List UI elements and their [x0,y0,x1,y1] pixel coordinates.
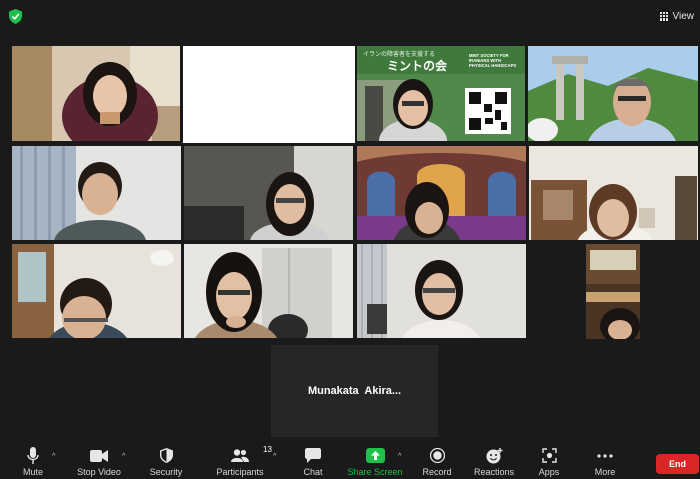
grid-view-icon [659,11,669,21]
participant-video [357,146,526,240]
security-label: Security [149,467,183,477]
chat-label: Chat [303,467,323,477]
participant-video [12,46,180,141]
mute-button[interactable]: Mute [20,447,46,477]
mute-label: Mute [22,467,43,477]
participant-video [586,244,640,339]
participants-label: Participants [216,467,264,477]
participant-video-tile[interactable] [12,46,180,141]
participants-icon [231,449,249,462]
participant-video [529,146,698,240]
share-screen-label: Share Screen [347,467,403,477]
share-screen-button[interactable]: Share Screen [347,447,403,477]
participant-video-tile[interactable] [586,244,640,339]
participants-count-badge: 13 [263,445,272,454]
reactions-button[interactable]: Reactions [474,447,514,477]
view-button[interactable]: View [659,9,695,23]
share-screen-icon [365,448,385,463]
participant-video [12,146,181,240]
participant-video-tile[interactable] [357,146,526,240]
chat-button[interactable]: Chat [303,447,323,477]
banner-organization-name: MINT SOCIETY FOR IRANIANS WITH PHYSICAL … [469,53,517,68]
participant-video-tile[interactable] [528,46,698,141]
smiley-plus-icon [486,447,502,463]
participant-video-tile[interactable] [184,244,353,338]
record-label: Record [422,467,452,477]
participant-video-tile[interactable] [529,146,698,240]
stop-video-button[interactable]: Stop Video [77,447,121,477]
meeting-controls-toolbar: Mute ^ Stop Video ^ Security 13 Particip… [0,441,700,479]
banner-title: ミントの会 [387,59,448,73]
chat-bubble-icon [305,448,321,463]
participant-video-tile[interactable] [12,146,181,240]
participant-video [184,244,353,338]
participant-video-tile[interactable]: イランの障害者を支援する ミントの会 MINT SOCIETY FOR IRAN… [357,46,525,141]
apps-button[interactable]: Apps [538,447,560,477]
end-label: End [669,459,686,469]
record-button[interactable]: Record [422,447,452,477]
reactions-label: Reactions [473,467,515,477]
participant-video-tile[interactable] [12,244,181,338]
participant-video-tile[interactable] [183,46,355,143]
stop-video-label: Stop Video [77,467,121,477]
apps-icon [541,448,557,463]
participant-video [183,46,355,143]
more-label: More [594,467,616,477]
chevron-up-icon[interactable]: ^ [273,453,276,460]
participant-video-tile[interactable] [357,244,526,338]
participant-video-tile[interactable] [184,146,353,240]
record-icon [429,448,445,463]
participant-video [184,146,353,240]
more-dots-icon [597,453,613,458]
participant-video [12,244,181,338]
end-meeting-button[interactable]: End [656,454,699,474]
more-button[interactable]: More [594,447,616,477]
view-label: View [672,10,695,22]
microphone-icon [27,447,39,464]
participant-video [528,46,698,141]
chevron-up-icon[interactable]: ^ [52,453,55,460]
apps-label: Apps [538,467,560,477]
security-shield-icon [159,448,173,463]
meeting-top-bar: View [0,0,700,34]
security-button[interactable]: Security [150,447,182,477]
participant-name: Munakata Akira... [307,385,402,397]
participants-button[interactable]: 13 Participants [216,445,271,477]
video-camera-icon [90,449,108,462]
chevron-up-icon[interactable]: ^ [398,453,401,460]
participant-video [357,244,526,338]
participant-name-card[interactable]: Munakata Akira... [271,345,438,437]
encryption-shield-icon[interactable] [9,9,22,24]
chevron-up-icon[interactable]: ^ [122,453,125,460]
